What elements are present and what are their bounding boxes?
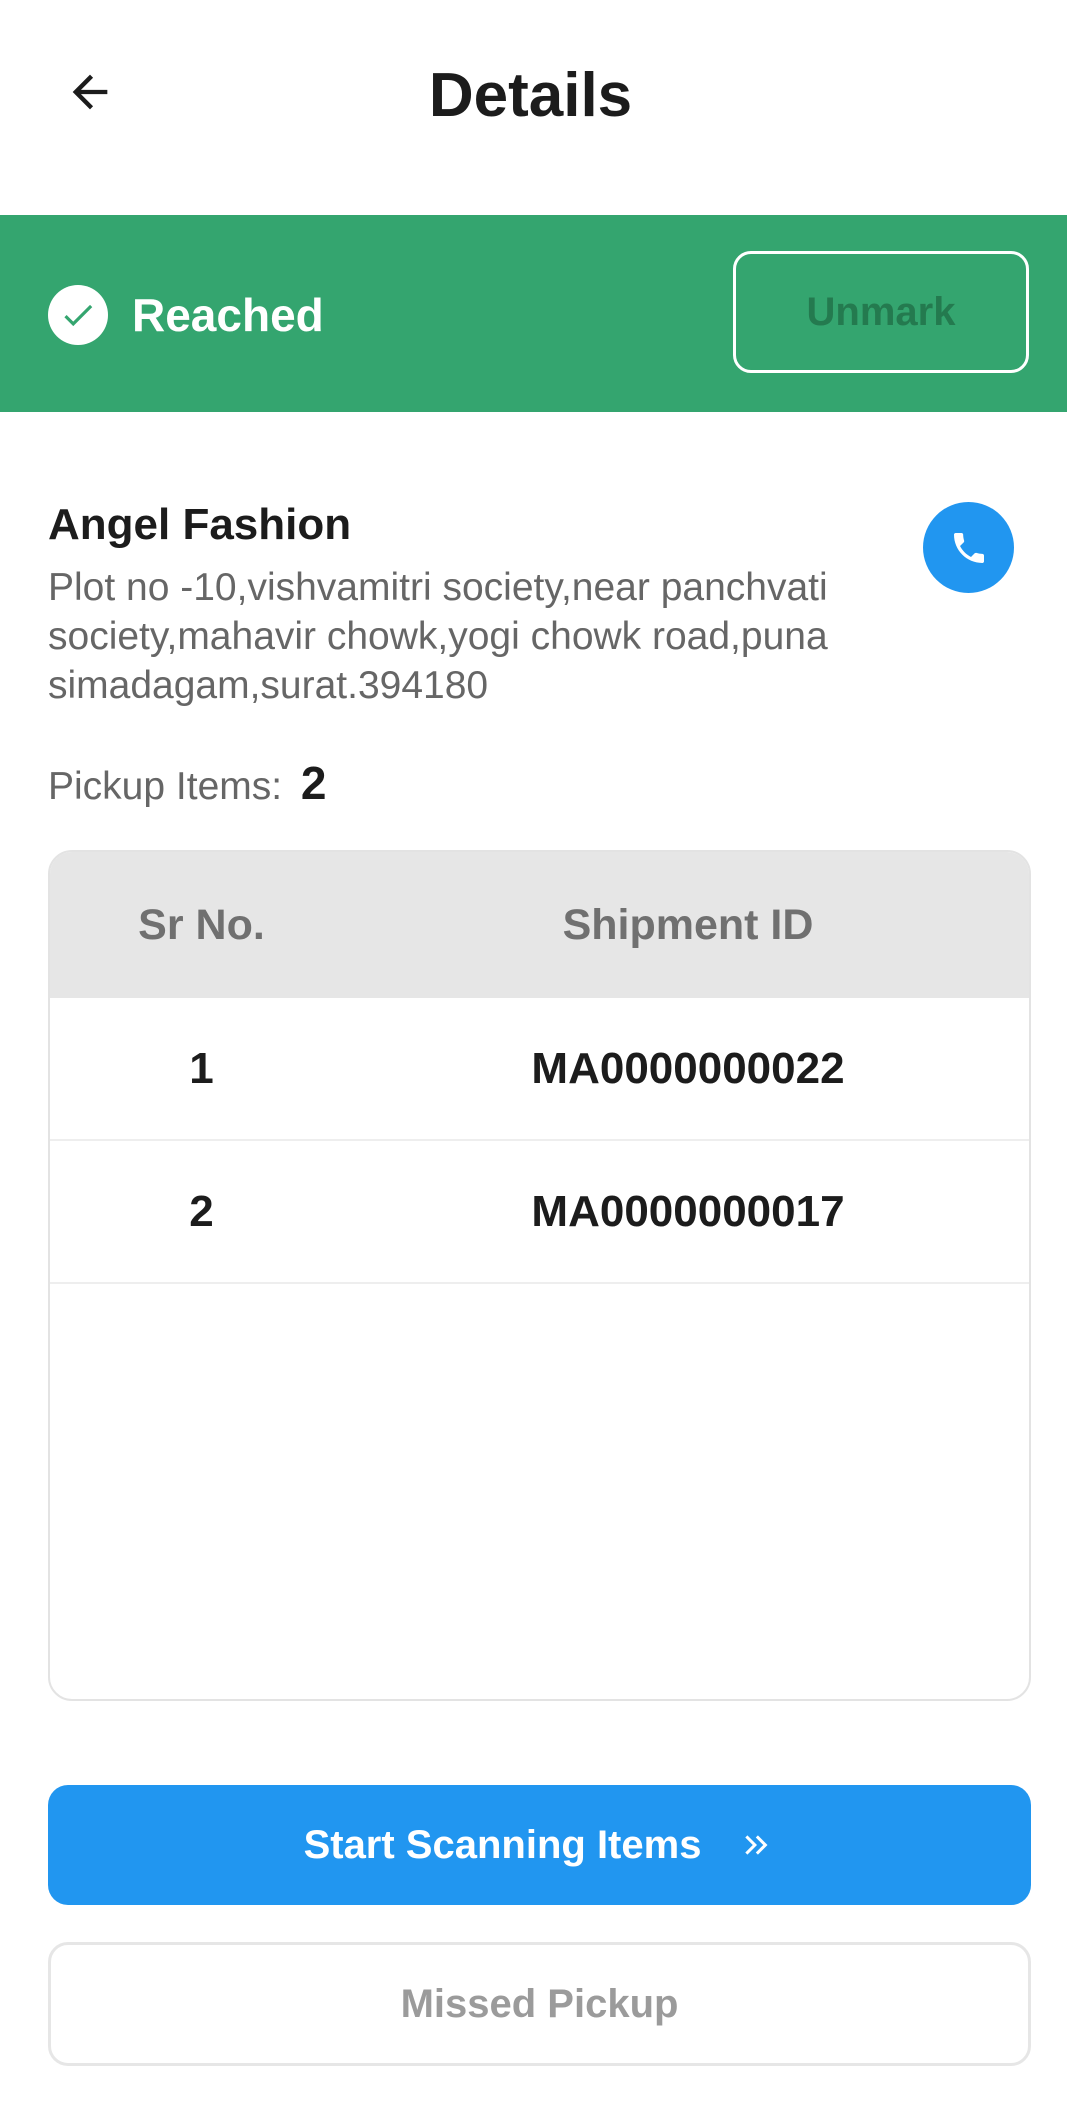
start-scanning-button[interactable]: Start Scanning Items [48, 1785, 1031, 1905]
missed-pickup-button[interactable]: Missed Pickup [48, 1942, 1031, 2066]
column-header-shipment-id: Shipment ID [562, 900, 814, 949]
double-chevron-right-icon [739, 1827, 775, 1863]
check-circle-icon [48, 285, 108, 345]
start-scanning-label: Start Scanning Items [303, 1822, 702, 1867]
status-banner: Reached Unmark [0, 215, 1067, 412]
shipment-table: Sr No. Shipment ID 1 MA0000000022 2 MA00… [48, 850, 1031, 1701]
call-button[interactable] [923, 502, 1014, 593]
row-shipment-id: MA0000000017 [531, 1186, 845, 1236]
row-shipment-id: MA0000000022 [531, 1043, 845, 1093]
table-header: Sr No. Shipment ID [50, 852, 1029, 998]
page-title: Details [428, 61, 633, 130]
customer-address: Plot no -10,vishvamitri society,near pan… [48, 566, 828, 707]
row-sr-no: 2 [189, 1186, 214, 1236]
unmark-button[interactable]: Unmark [733, 251, 1029, 373]
table-row: 1 MA0000000022 [50, 998, 1029, 1141]
pickup-items-count: Pickup Items: 2 [48, 755, 327, 815]
column-header-sr-no: Sr No. [138, 900, 265, 949]
table-row: 2 MA0000000017 [50, 1141, 1029, 1284]
pickup-items-label: Pickup Items: [48, 765, 283, 808]
phone-icon [953, 532, 984, 563]
status-label: Reached [132, 289, 324, 341]
row-sr-no: 1 [189, 1043, 214, 1093]
app-header: Details [0, 0, 1067, 190]
customer-name: Angel Fashion [48, 500, 352, 549]
pickup-items-value: 2 [300, 757, 327, 809]
